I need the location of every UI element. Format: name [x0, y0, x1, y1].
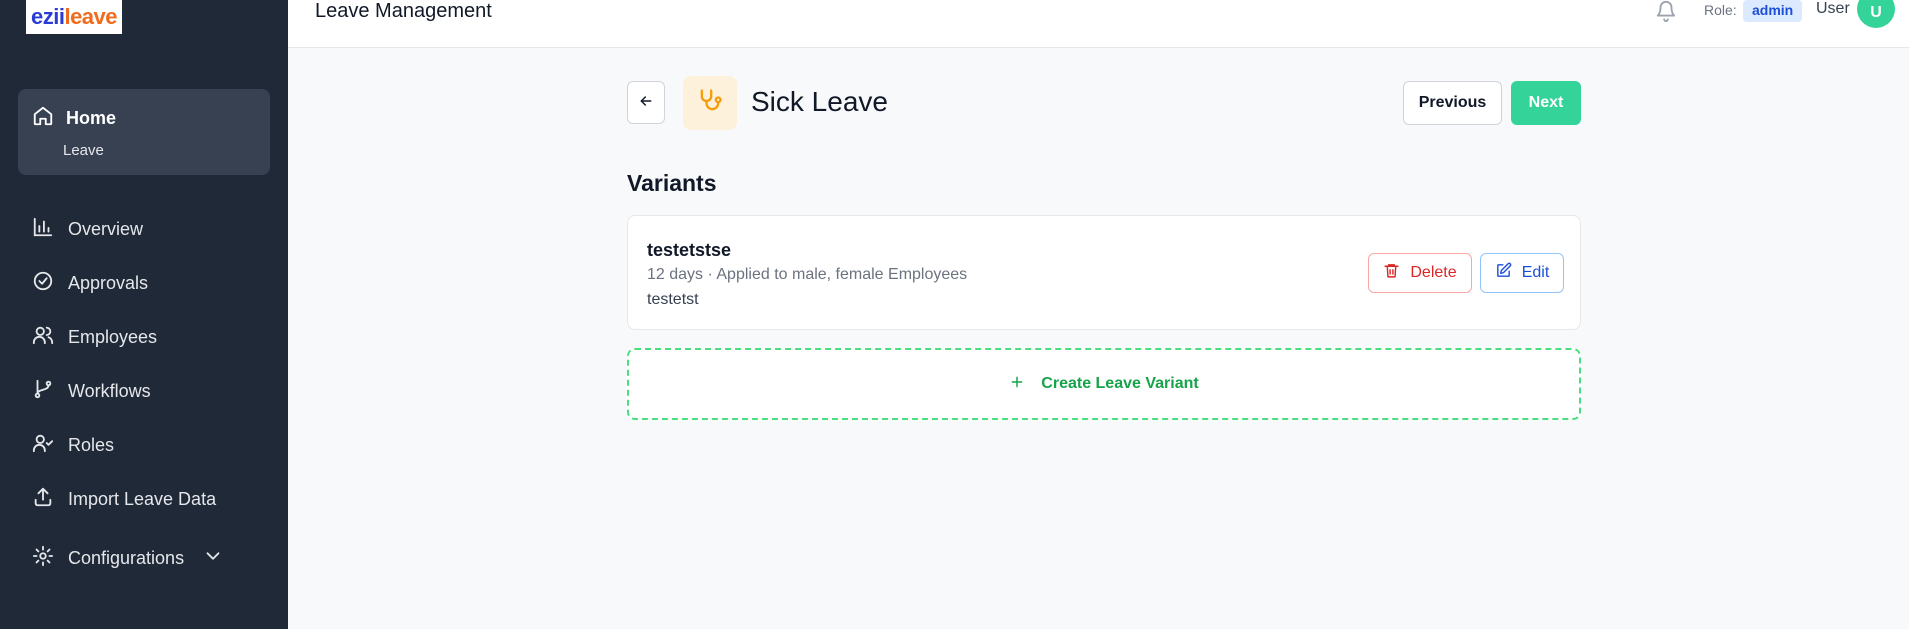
variant-meta: 12 days · Applied to male, female Employ… [647, 266, 968, 283]
sidebar-subitem-leave[interactable]: Leave [63, 142, 104, 159]
bell-icon[interactable] [1655, 0, 1677, 27]
role-badge: admin [1743, 0, 1803, 22]
avatar[interactable]: U [1857, 0, 1895, 28]
header-title: Leave Management [315, 0, 492, 22]
role-label: Role: [1704, 2, 1737, 18]
sidebar-item-employees[interactable]: Employees [32, 324, 157, 351]
home-icon [32, 105, 54, 132]
sidebar-item-overview[interactable]: Overview [32, 216, 143, 243]
upload-icon [32, 486, 54, 513]
user-name[interactable]: User [1816, 0, 1850, 18]
delete-variant-button[interactable]: Delete [1368, 253, 1472, 293]
stethoscope-icon [696, 87, 724, 120]
sidebar-item-roles[interactable]: Roles [32, 432, 114, 459]
git-branch-icon [32, 378, 54, 405]
sidebar: ezii leave Home Leave Overview Approvals … [0, 0, 288, 629]
sidebar-item-label: Workflows [68, 381, 151, 401]
variant-name: testetstse [647, 240, 732, 260]
user-check-icon [32, 432, 54, 459]
sidebar-item-home[interactable]: Home Leave [18, 89, 270, 175]
back-button[interactable] [627, 81, 665, 124]
top-header: Leave Management Role: admin User U [288, 0, 1909, 48]
trash-icon [1383, 262, 1400, 284]
previous-button[interactable]: Previous [1403, 81, 1502, 125]
edit-icon [1495, 262, 1512, 284]
variant-description: testetst [647, 291, 699, 308]
section-title-variants: Variants [627, 170, 717, 196]
sidebar-item-label: Import Leave Data [68, 489, 217, 509]
next-button[interactable]: Next [1511, 81, 1581, 125]
edit-variant-button[interactable]: Edit [1480, 253, 1564, 293]
edit-label: Edit [1521, 264, 1550, 281]
create-leave-variant-label: Create Leave Variant [1041, 375, 1199, 392]
bar-chart-icon [32, 216, 54, 243]
sidebar-item-label: Home [66, 108, 117, 128]
sidebar-item-label: Roles [68, 435, 115, 455]
arrow-left-icon [638, 93, 654, 112]
sidebar-item-workflows[interactable]: Workflows [32, 378, 151, 405]
app-logo[interactable]: ezii leave [26, 0, 122, 34]
variant-card: testetstse 12 days · Applied to male, fe… [627, 215, 1581, 330]
delete-label: Delete [1410, 264, 1457, 281]
check-circle-icon [32, 270, 54, 297]
sidebar-item-import-leave-data[interactable]: Import Leave Data [32, 486, 216, 513]
sidebar-item-label: Overview [68, 219, 144, 239]
plus-icon [1009, 374, 1025, 395]
sidebar-item-label: Approvals [68, 273, 149, 293]
sidebar-item-configurations[interactable]: Configurations [32, 545, 224, 572]
gear-icon [32, 545, 54, 572]
chevron-down-icon[interactable] [202, 545, 224, 572]
page-title: Sick Leave [751, 86, 888, 117]
sidebar-item-label: Configurations [68, 548, 185, 568]
leave-type-icon-box [683, 76, 737, 130]
sidebar-item-approvals[interactable]: Approvals [32, 270, 148, 297]
create-leave-variant-button[interactable]: Create Leave Variant [627, 348, 1581, 420]
sidebar-item-label: Employees [68, 327, 158, 347]
users-icon [32, 324, 54, 351]
